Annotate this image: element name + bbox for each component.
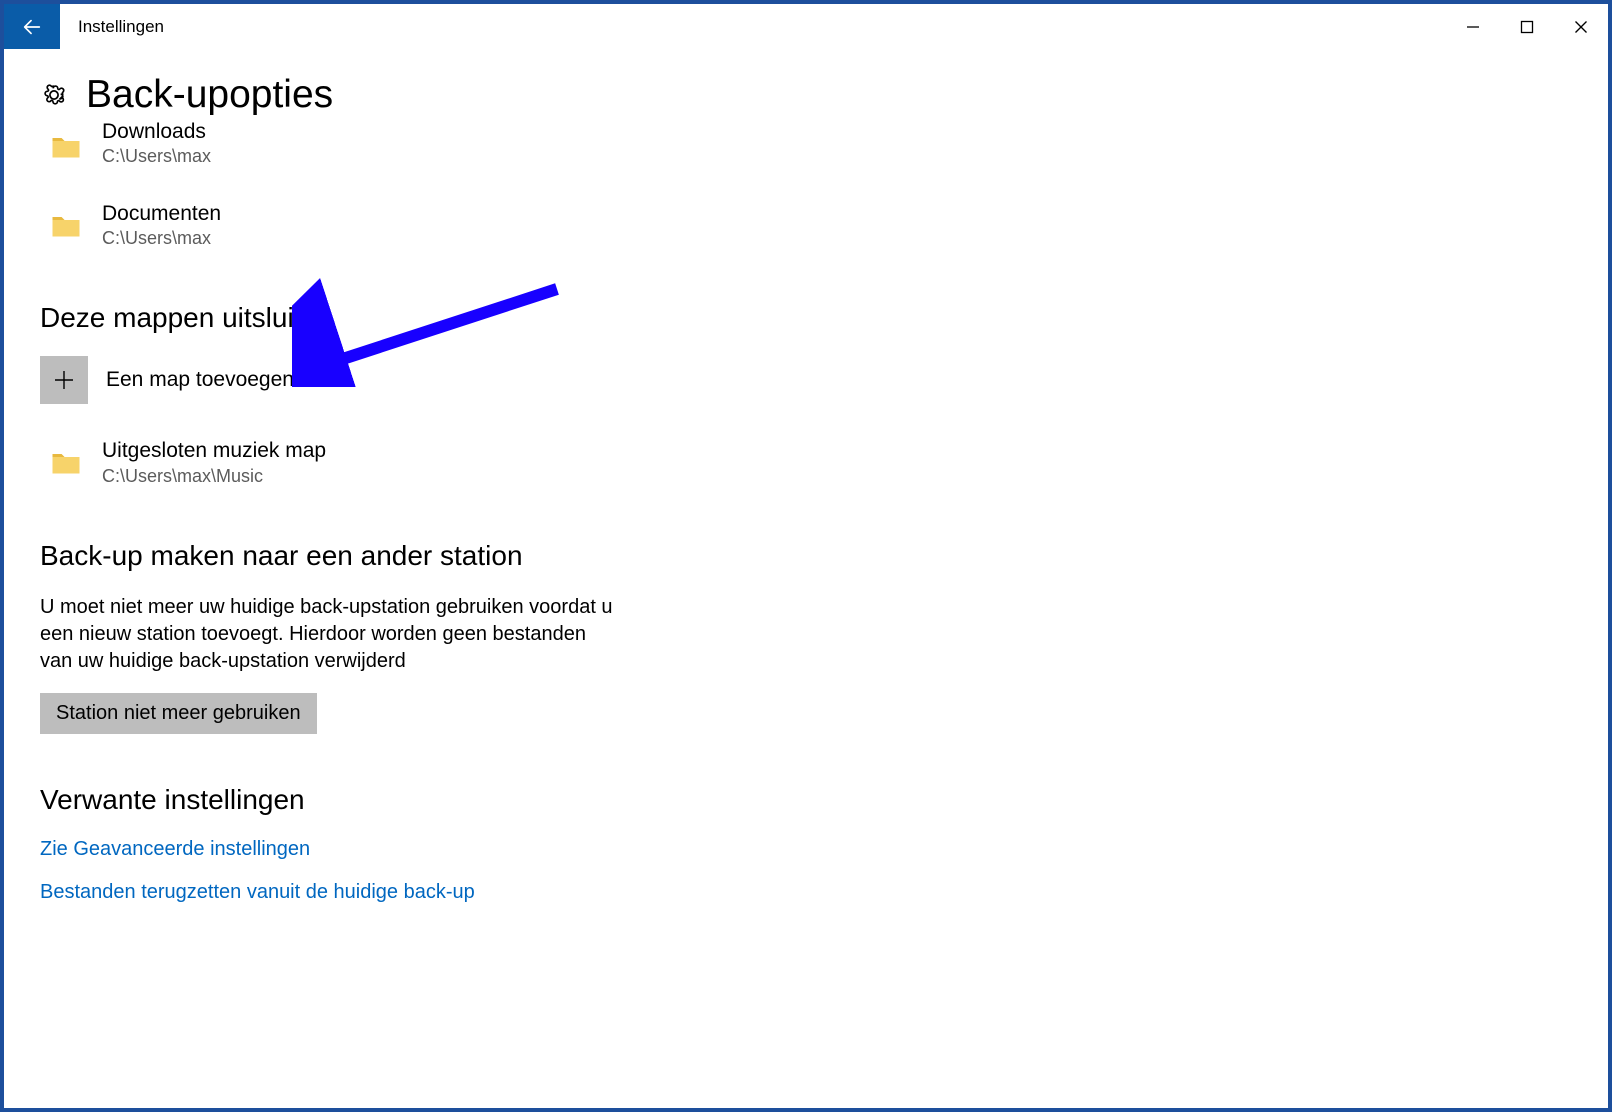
add-folder-button[interactable]: Een map toevoegen [40, 356, 620, 404]
folder-path: C:\Users\max [102, 144, 211, 168]
folder-icon [48, 445, 84, 481]
other-drive-description: U moet niet meer uw huidige back-upstati… [40, 594, 620, 675]
folder-icon [48, 208, 84, 244]
folder-name: Documenten [102, 201, 221, 226]
back-arrow-icon [21, 16, 43, 38]
gear-icon [40, 81, 68, 109]
included-folder-list: Downloads C:\Users\max Documenten C:\Use… [40, 121, 1608, 258]
maximize-button[interactable] [1500, 4, 1554, 49]
section-heading-other-drive: Back-up maken naar een ander station [40, 540, 1608, 572]
stop-using-drive-button[interactable]: Station niet meer gebruiken [40, 693, 317, 734]
section-heading-exclude: Deze mappen uitsluiten [40, 302, 1608, 334]
link-advanced-settings[interactable]: Zie Geavanceerde instellingen [40, 838, 1608, 861]
folder-name: Uitgesloten muziek map [102, 438, 326, 463]
folder-path: C:\Users\max\Music [102, 464, 326, 488]
list-item[interactable]: Uitgesloten muziek map C:\Users\max\Musi… [40, 430, 620, 495]
folder-path: C:\Users\max [102, 226, 221, 250]
list-item[interactable]: Documenten C:\Users\max [40, 193, 620, 258]
back-button[interactable] [4, 4, 60, 49]
link-restore-files[interactable]: Bestanden terugzetten vanuit de huidige … [40, 881, 1608, 904]
close-button[interactable] [1554, 4, 1608, 49]
page-header: Back-upopties [40, 73, 1608, 117]
window-controls [1446, 4, 1608, 49]
add-folder-label: Een map toevoegen [106, 368, 294, 392]
page-title: Back-upopties [86, 73, 333, 117]
minimize-button[interactable] [1446, 4, 1500, 49]
plus-icon [40, 356, 88, 404]
list-item[interactable]: Downloads C:\Users\max [40, 121, 620, 177]
titlebar: Instellingen [4, 4, 1608, 49]
folder-name: Downloads [102, 121, 211, 144]
window-title: Instellingen [78, 17, 164, 37]
folder-icon [48, 129, 84, 165]
section-heading-related: Verwante instellingen [40, 784, 1608, 816]
content-area: Back-upopties Downloads C:\Users\max Doc… [4, 49, 1608, 904]
